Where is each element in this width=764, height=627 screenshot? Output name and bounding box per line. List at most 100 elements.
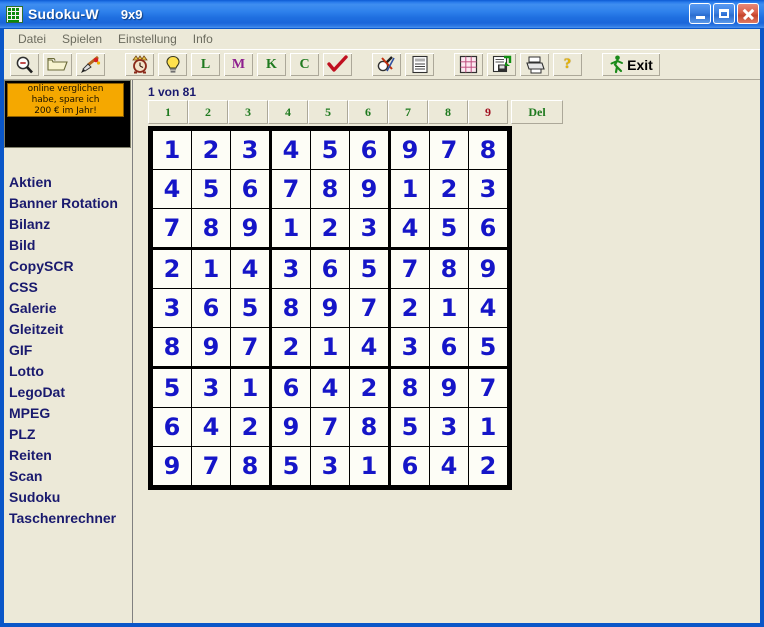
sidebar-item-galerie[interactable]: Galerie xyxy=(4,298,131,319)
sudoku-cell-r9c1[interactable]: 9 xyxy=(150,446,192,488)
sudoku-cell-r4c7[interactable]: 7 xyxy=(388,247,430,289)
sudoku-cell-r9c8[interactable]: 4 xyxy=(429,446,469,488)
sidebar-item-bild[interactable]: Bild xyxy=(4,235,131,256)
sudoku-cell-r5c3[interactable]: 5 xyxy=(230,288,271,328)
print-button[interactable] xyxy=(519,52,550,77)
sudoku-cell-r6c1[interactable]: 8 xyxy=(150,327,192,368)
sudoku-cell-r9c6[interactable]: 1 xyxy=(349,446,390,488)
sidebar-item-reiten[interactable]: Reiten xyxy=(4,445,131,466)
sudoku-cell-r8c1[interactable]: 6 xyxy=(150,407,192,447)
sidebar-item-banner-rotation[interactable]: Banner Rotation xyxy=(4,193,131,214)
sudoku-cell-r6c9[interactable]: 5 xyxy=(468,327,510,368)
close-button[interactable] xyxy=(737,3,759,24)
sudoku-cell-r7c8[interactable]: 9 xyxy=(429,366,469,408)
number-button-6[interactable]: 6 xyxy=(348,100,388,124)
sudoku-cell-r6c5[interactable]: 1 xyxy=(310,327,350,368)
sudoku-cell-r2c5[interactable]: 8 xyxy=(310,169,350,209)
sudoku-cell-r1c1[interactable]: 1 xyxy=(150,128,192,170)
sudoku-grid[interactable]: 1234569784567891237891234562143657893658… xyxy=(148,126,512,490)
solve-button[interactable] xyxy=(371,52,402,77)
sudoku-cell-r3c3[interactable]: 9 xyxy=(230,208,271,249)
sidebar-item-css[interactable]: CSS xyxy=(4,277,131,298)
sidebar-item-scan[interactable]: Scan xyxy=(4,466,131,487)
sudoku-cell-r1c9[interactable]: 8 xyxy=(468,128,510,170)
sudoku-cell-r5c8[interactable]: 1 xyxy=(429,288,469,328)
number-button-7[interactable]: 7 xyxy=(388,100,428,124)
menu-item-einstellung[interactable]: Einstellung xyxy=(110,30,185,48)
sudoku-cell-r6c6[interactable]: 4 xyxy=(349,327,390,368)
zoom-out-button[interactable] xyxy=(9,52,40,77)
sudoku-cell-r7c4[interactable]: 6 xyxy=(269,366,311,408)
paint-button[interactable] xyxy=(75,52,106,77)
timer-button[interactable] xyxy=(124,52,155,77)
number-button-4[interactable]: 4 xyxy=(268,100,308,124)
sudoku-cell-r5c4[interactable]: 8 xyxy=(269,288,311,328)
sudoku-cell-r8c8[interactable]: 3 xyxy=(429,407,469,447)
sudoku-cell-r1c2[interactable]: 2 xyxy=(191,128,231,170)
level-c-button[interactable]: C xyxy=(289,52,320,77)
sudoku-cell-r3c2[interactable]: 8 xyxy=(191,208,231,249)
open-button[interactable] xyxy=(42,52,73,77)
sidebar-item-sudoku[interactable]: Sudoku xyxy=(4,487,131,508)
sudoku-cell-r6c4[interactable]: 2 xyxy=(269,327,311,368)
number-button-3[interactable]: 3 xyxy=(228,100,268,124)
sudoku-cell-r8c7[interactable]: 5 xyxy=(388,407,430,447)
sudoku-cell-r4c2[interactable]: 1 xyxy=(191,247,231,289)
sudoku-cell-r3c5[interactable]: 2 xyxy=(310,208,350,249)
sudoku-cell-r1c7[interactable]: 9 xyxy=(388,128,430,170)
sudoku-cell-r3c6[interactable]: 3 xyxy=(349,208,390,249)
save-button[interactable] xyxy=(486,52,517,77)
level-l-button[interactable]: L xyxy=(190,52,221,77)
number-button-2[interactable]: 2 xyxy=(188,100,228,124)
sudoku-cell-r9c9[interactable]: 2 xyxy=(468,446,510,488)
sudoku-cell-r3c9[interactable]: 6 xyxy=(468,208,510,249)
sudoku-cell-r4c9[interactable]: 9 xyxy=(468,247,510,289)
sudoku-cell-r5c2[interactable]: 6 xyxy=(191,288,231,328)
sudoku-cell-r4c8[interactable]: 8 xyxy=(429,247,469,289)
sudoku-cell-r7c2[interactable]: 3 xyxy=(191,366,231,408)
sudoku-cell-r3c7[interactable]: 4 xyxy=(388,208,430,249)
sudoku-cell-r8c4[interactable]: 9 xyxy=(269,407,311,447)
list-button[interactable] xyxy=(404,52,435,77)
number-button-5[interactable]: 5 xyxy=(308,100,348,124)
sudoku-cell-r5c1[interactable]: 3 xyxy=(150,288,192,328)
sudoku-cell-r2c7[interactable]: 1 xyxy=(388,169,430,209)
sudoku-cell-r1c3[interactable]: 3 xyxy=(230,128,271,170)
level-k-button[interactable]: K xyxy=(256,52,287,77)
maximize-button[interactable] xyxy=(713,3,735,24)
sudoku-cell-r5c9[interactable]: 4 xyxy=(468,288,510,328)
sudoku-cell-r2c2[interactable]: 5 xyxy=(191,169,231,209)
sidebar-item-aktien[interactable]: Aktien xyxy=(4,172,131,193)
sudoku-cell-r8c3[interactable]: 2 xyxy=(230,407,271,447)
sidebar-item-bilanz[interactable]: Bilanz xyxy=(4,214,131,235)
sudoku-cell-r9c5[interactable]: 3 xyxy=(310,446,350,488)
minimize-button[interactable] xyxy=(689,3,711,24)
sidebar-item-plz[interactable]: PLZ xyxy=(4,424,131,445)
sudoku-cell-r9c3[interactable]: 8 xyxy=(230,446,271,488)
sudoku-cell-r7c3[interactable]: 1 xyxy=(230,366,271,408)
sudoku-cell-r5c7[interactable]: 2 xyxy=(388,288,430,328)
sudoku-cell-r4c1[interactable]: 2 xyxy=(150,247,192,289)
sudoku-cell-r7c7[interactable]: 8 xyxy=(388,366,430,408)
menu-item-info[interactable]: Info xyxy=(185,30,221,48)
exit-button[interactable]: Exit xyxy=(601,52,661,77)
sudoku-cell-r1c4[interactable]: 4 xyxy=(269,128,311,170)
sudoku-cell-r4c5[interactable]: 6 xyxy=(310,247,350,289)
sudoku-cell-r3c4[interactable]: 1 xyxy=(269,208,311,249)
title-bar[interactable]: Sudoku-W 9x9 xyxy=(0,0,764,29)
sudoku-cell-r6c8[interactable]: 6 xyxy=(429,327,469,368)
sudoku-cell-r1c6[interactable]: 6 xyxy=(349,128,390,170)
sudoku-cell-r4c3[interactable]: 4 xyxy=(230,247,271,289)
sidebar-item-gleitzeit[interactable]: Gleitzeit xyxy=(4,319,131,340)
sudoku-cell-r6c2[interactable]: 9 xyxy=(191,327,231,368)
number-button-1[interactable]: 1 xyxy=(148,100,188,124)
sudoku-cell-r9c4[interactable]: 5 xyxy=(269,446,311,488)
sudoku-cell-r1c8[interactable]: 7 xyxy=(429,128,469,170)
delete-button[interactable]: Del xyxy=(511,100,563,124)
sudoku-cell-r8c9[interactable]: 1 xyxy=(468,407,510,447)
menu-item-datei[interactable]: Datei xyxy=(10,30,54,48)
ad-banner[interactable]: online verglichen habe, spare ich 200 € … xyxy=(4,80,131,148)
sudoku-cell-r2c6[interactable]: 9 xyxy=(349,169,390,209)
sudoku-cell-r6c3[interactable]: 7 xyxy=(230,327,271,368)
sudoku-cell-r6c7[interactable]: 3 xyxy=(388,327,430,368)
